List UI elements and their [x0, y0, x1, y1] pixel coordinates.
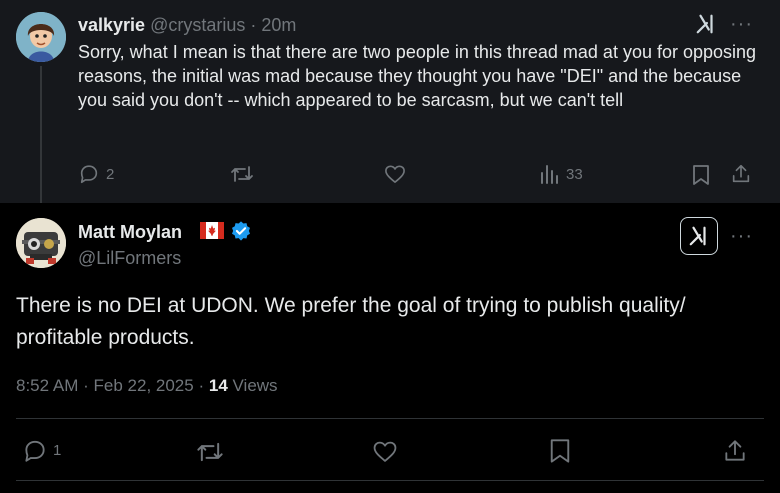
divider: [16, 418, 764, 419]
heart-icon[interactable]: [384, 164, 406, 184]
meta-dot: ·: [83, 376, 89, 395]
repost-arrows-icon[interactable]: [196, 439, 224, 465]
repost-arrows-icon[interactable]: [230, 163, 254, 185]
more-dots-icon[interactable]: ···: [730, 226, 753, 246]
divider: [16, 480, 764, 481]
reply-author-handle[interactable]: @crystarius: [150, 15, 245, 35]
tweet-date[interactable]: Feb 22, 2025: [94, 376, 194, 395]
thread-line: [40, 66, 42, 203]
reply-header: valkyrie @crystarius · 20m: [78, 13, 296, 37]
main-tweet-text: There is no DEI at UDON. We prefer the g…: [16, 294, 686, 349]
bar-chart-icon[interactable]: [539, 164, 559, 184]
reply-count: 2: [106, 166, 115, 183]
grok-icon: [689, 226, 706, 246]
more-dots-icon[interactable]: ···: [730, 14, 753, 34]
tweet-meta: 8:52 AM · Feb 22, 2025 · 14 Views: [16, 374, 278, 398]
verified-badge-icon[interactable]: [230, 220, 252, 242]
speech-bubble-icon[interactable]: [78, 163, 100, 185]
bookmark-icon[interactable]: [549, 438, 571, 464]
grok-icon[interactable]: [695, 13, 717, 35]
reply-tweet[interactable]: valkyrie @crystarius · 20m ··· Sorry, wh…: [0, 0, 780, 203]
reply-count: 1: [53, 442, 62, 459]
grok-button[interactable]: [680, 217, 718, 255]
header-separator: ·: [250, 15, 257, 35]
avatar[interactable]: [16, 218, 66, 268]
reply-text: Sorry, what I mean is that there are two…: [78, 42, 757, 110]
canada-flag-icon: [200, 222, 224, 239]
tweet-time[interactable]: 8:52 AM: [16, 376, 78, 395]
view-count: 33: [566, 166, 583, 183]
reply-time[interactable]: 20m: [261, 15, 296, 35]
main-author-name[interactable]: Matt Moylan: [78, 220, 182, 244]
meta-dot: ·: [198, 376, 205, 395]
heart-icon[interactable]: [372, 440, 398, 463]
views-label: Views: [232, 376, 278, 395]
upload-share-icon[interactable]: [722, 438, 748, 464]
avatar[interactable]: [16, 12, 66, 62]
speech-bubble-icon[interactable]: [22, 438, 48, 464]
main-author-handle[interactable]: @LilFormers: [78, 246, 181, 270]
reply-author-name[interactable]: valkyrie: [78, 15, 145, 35]
views-count: 14: [208, 376, 228, 395]
bookmark-icon[interactable]: [692, 164, 710, 186]
upload-share-icon[interactable]: [730, 163, 752, 185]
